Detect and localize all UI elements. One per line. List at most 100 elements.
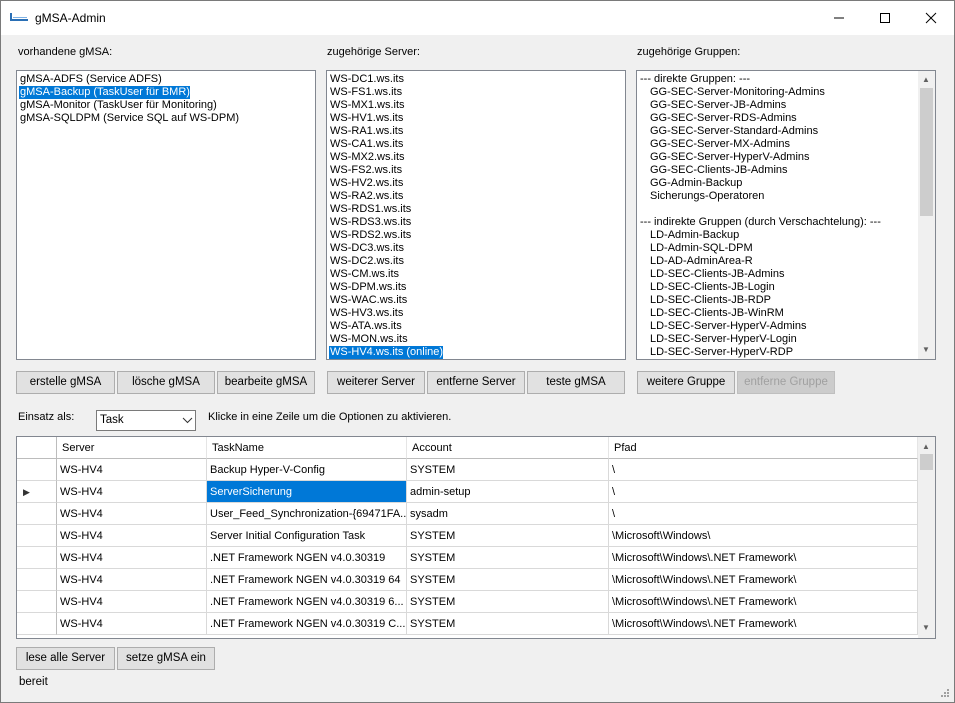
- server-list-item[interactable]: WS-DC3.ws.its: [329, 242, 404, 255]
- server-list-item[interactable]: WS-RA2.ws.its: [329, 190, 403, 203]
- group-list-item[interactable]: GG-SEC-Server-JB-Admins: [639, 99, 786, 112]
- server-list-item[interactable]: WS-RDS3.ws.its: [329, 216, 411, 229]
- group-list-item[interactable]: LD-Admin-SQL-DPM: [639, 242, 753, 255]
- column-header[interactable]: Server: [57, 437, 207, 459]
- server-list-item[interactable]: WS-CM.ws.its: [329, 268, 399, 281]
- minimize-button[interactable]: [816, 1, 862, 35]
- grid-scroll-down-icon[interactable]: ▼: [922, 624, 930, 632]
- server-list-item[interactable]: WS-HV3.ws.its: [329, 307, 403, 320]
- table-cell[interactable]: WS-HV4: [57, 591, 207, 613]
- table-cell[interactable]: WS-HV4: [57, 481, 207, 503]
- group-list-item[interactable]: LD-SEC-Clients-JB-Admins: [639, 268, 784, 281]
- table-cell[interactable]: SYSTEM: [407, 547, 609, 569]
- row-header[interactable]: [17, 525, 57, 547]
- table-cell[interactable]: .NET Framework NGEN v4.0.30319 64: [207, 569, 407, 591]
- table-cell[interactable]: \: [609, 459, 918, 481]
- gmsa-list-item[interactable]: gMSA-Monitor (TaskUser für Monitoring): [19, 99, 217, 112]
- server-list-item[interactable]: WS-HV4.ws.its (online): [329, 346, 444, 359]
- group-list-item[interactable]: --- indirekte Gruppen (durch Verschachte…: [639, 216, 881, 229]
- create-gmsa-button[interactable]: erstelle gMSA: [16, 371, 115, 394]
- table-cell[interactable]: ServerSicherung: [207, 481, 407, 503]
- maximize-button[interactable]: [862, 1, 908, 35]
- gmsa-list-item[interactable]: gMSA-Backup (TaskUser für BMR): [19, 86, 190, 99]
- gmsa-list-item[interactable]: gMSA-ADFS (Service ADFS): [19, 73, 162, 86]
- server-list-item[interactable]: WS-FS1.ws.its: [329, 86, 402, 99]
- table-cell[interactable]: SYSTEM: [407, 613, 609, 635]
- row-header[interactable]: [17, 547, 57, 569]
- table-cell[interactable]: SYSTEM: [407, 569, 609, 591]
- table-cell[interactable]: User_Feed_Synchronization-{69471FA...: [207, 503, 407, 525]
- row-header[interactable]: [17, 569, 57, 591]
- test-gmsa-button[interactable]: teste gMSA: [527, 371, 625, 394]
- server-list-item[interactable]: WS-FS2.ws.its: [329, 164, 402, 177]
- group-list-item[interactable]: LD-SEC-Server-HyperV-Admins: [639, 320, 806, 333]
- close-button[interactable]: [908, 1, 954, 35]
- table-cell[interactable]: .NET Framework NGEN v4.0.30319 6...: [207, 591, 407, 613]
- group-list-item[interactable]: [639, 203, 650, 216]
- row-header[interactable]: [17, 591, 57, 613]
- server-list-item[interactable]: WS-MON.ws.its: [329, 333, 408, 346]
- table-cell[interactable]: SYSTEM: [407, 525, 609, 547]
- server-list-item[interactable]: WS-RDS2.ws.its: [329, 229, 411, 242]
- grid-scroll-up-icon[interactable]: ▲: [922, 443, 930, 451]
- table-cell[interactable]: \Microsoft\Windows\: [609, 525, 918, 547]
- scrollbar-thumb[interactable]: [920, 88, 933, 216]
- server-list-item[interactable]: WS-DC2.ws.its: [329, 255, 404, 268]
- table-cell[interactable]: \Microsoft\Windows\.NET Framework\: [609, 591, 918, 613]
- scroll-down-icon[interactable]: ▼: [922, 346, 930, 354]
- server-listbox[interactable]: WS-DC1.ws.its WS-FS1.ws.its WS-MX1.ws.its W…: [326, 70, 626, 360]
- table-cell[interactable]: WS-HV4: [57, 569, 207, 591]
- group-list-scrollbar[interactable]: ▲ ▼: [918, 71, 935, 359]
- table-cell[interactable]: SYSTEM: [407, 459, 609, 481]
- group-list-item[interactable]: GG-SEC-Clients-JB-Admins: [639, 164, 788, 177]
- table-cell[interactable]: \Microsoft\Windows\.NET Framework\: [609, 613, 918, 635]
- row-header[interactable]: [17, 503, 57, 525]
- group-list-item[interactable]: LD-Admin-Backup: [639, 229, 739, 242]
- group-list-item[interactable]: GG-SEC-Server-Standard-Admins: [639, 125, 818, 138]
- table-cell[interactable]: Backup Hyper-V-Config: [207, 459, 407, 481]
- server-list-item[interactable]: WS-ATA.ws.its: [329, 320, 402, 333]
- title-bar[interactable]: gMSA-Admin: [1, 1, 954, 35]
- chevron-down-icon[interactable]: [182, 415, 193, 426]
- group-list-item[interactable]: GG-SEC-Server-HyperV-Admins: [639, 151, 810, 164]
- column-header[interactable]: TaskName: [207, 437, 407, 459]
- group-list-item[interactable]: LD-SEC-Server-HyperV-Login: [639, 333, 797, 346]
- table-cell[interactable]: WS-HV4: [57, 459, 207, 481]
- remove-server-button[interactable]: entferne Server: [427, 371, 525, 394]
- table-cell[interactable]: WS-HV4: [57, 547, 207, 569]
- task-grid[interactable]: ▲ ▼ Server TaskName Account Pfad WS-HV4 Backu…: [16, 436, 936, 639]
- group-list-item[interactable]: GG-SEC-Server-RDS-Admins: [639, 112, 797, 125]
- table-cell[interactable]: WS-HV4: [57, 525, 207, 547]
- table-cell[interactable]: admin-setup: [407, 481, 609, 503]
- table-cell[interactable]: sysadm: [407, 503, 609, 525]
- usage-combobox[interactable]: Task: [96, 410, 196, 431]
- gmsa-list-item[interactable]: gMSA-SQLDPM (Service SQL auf WS-DPM): [19, 112, 239, 125]
- server-list-item[interactable]: WS-WAC.ws.its: [329, 294, 407, 307]
- server-list-item[interactable]: WS-DPM.ws.its: [329, 281, 406, 294]
- resize-grip-icon[interactable]: [940, 688, 950, 698]
- server-list-item[interactable]: WS-RA1.ws.its: [329, 125, 403, 138]
- table-cell[interactable]: \: [609, 481, 918, 503]
- table-cell[interactable]: .NET Framework NGEN v4.0.30319 C...: [207, 613, 407, 635]
- group-list-item[interactable]: GG-SEC-Server-MX-Admins: [639, 138, 790, 151]
- row-header[interactable]: [17, 613, 57, 635]
- server-list-item[interactable]: WS-HV1.ws.its: [329, 112, 403, 125]
- row-header[interactable]: [17, 459, 57, 481]
- server-list-item[interactable]: WS-MX2.ws.its: [329, 151, 405, 164]
- table-cell[interactable]: \Microsoft\Windows\.NET Framework\: [609, 569, 918, 591]
- group-list-item[interactable]: GG-SEC-Server-Monitoring-Admins: [639, 86, 825, 99]
- server-list-item[interactable]: WS-CA1.ws.its: [329, 138, 403, 151]
- gmsa-listbox[interactable]: gMSA-ADFS (Service ADFS) gMSA-Backup (Tas…: [16, 70, 316, 360]
- table-cell[interactable]: SYSTEM: [407, 591, 609, 613]
- grid-scrollbar[interactable]: ▲ ▼: [918, 437, 935, 638]
- column-header[interactable]: Account: [407, 437, 609, 459]
- group-list-item[interactable]: LD-SEC-Clients-JB-Login: [639, 281, 775, 294]
- row-header[interactable]: ▶: [17, 481, 57, 503]
- server-list-item[interactable]: WS-HV2.ws.its: [329, 177, 403, 190]
- table-cell[interactable]: Server Initial Configuration Task: [207, 525, 407, 547]
- add-group-button[interactable]: weitere Gruppe: [637, 371, 735, 394]
- column-header[interactable]: Pfad: [609, 437, 918, 459]
- add-server-button[interactable]: weiterer Server: [327, 371, 425, 394]
- scroll-up-icon[interactable]: ▲: [922, 76, 930, 84]
- table-cell[interactable]: \Microsoft\Windows\.NET Framework\: [609, 547, 918, 569]
